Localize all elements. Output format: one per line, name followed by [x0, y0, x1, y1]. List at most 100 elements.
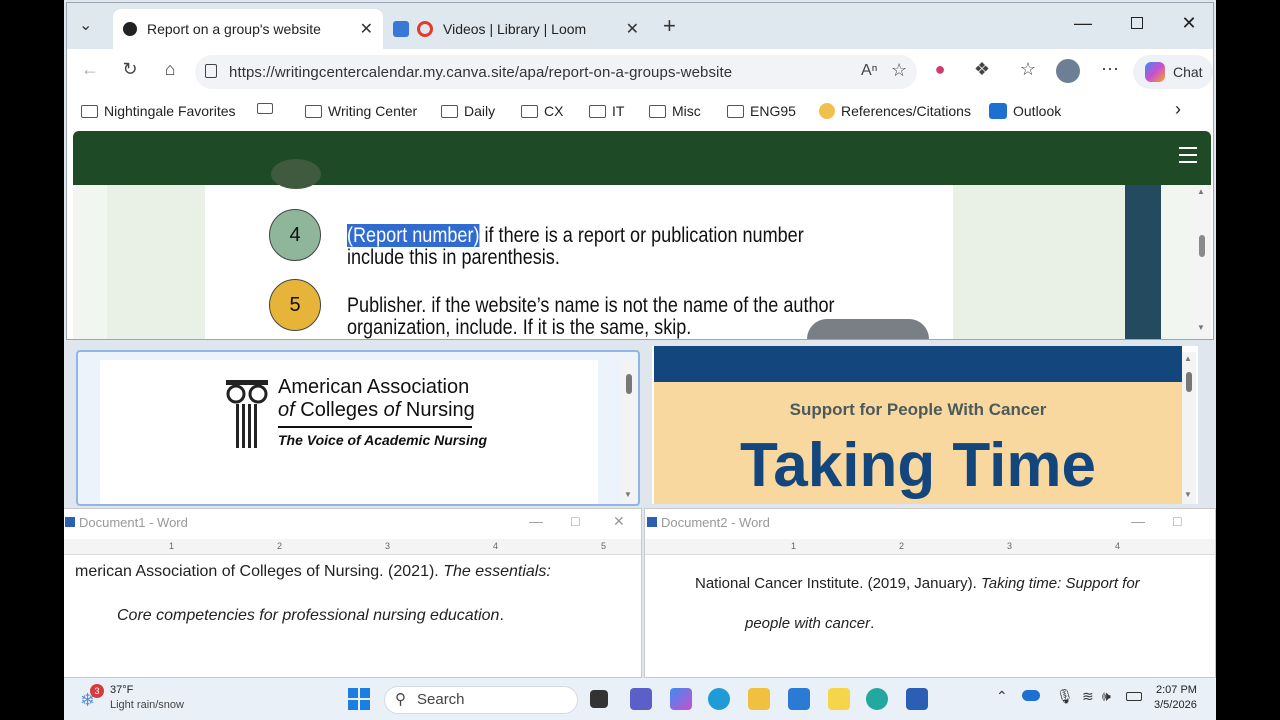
copilot-chat-button[interactable]: Chat — [1133, 55, 1213, 89]
canva-icon — [123, 22, 137, 36]
logo-nursing: Nursing — [405, 399, 475, 421]
bookmark-nightingale-favorites[interactable]: Nightingale Favorites — [81, 103, 236, 119]
ruler-number: 1 — [791, 541, 797, 551]
read-aloud-icon[interactable]: Aⁿ — [861, 62, 878, 80]
floating-pill — [807, 319, 929, 339]
tab-loom-library[interactable]: Videos | Library | Loom ✕ — [387, 9, 649, 49]
step-line: include this in parenthesis. — [347, 246, 560, 269]
bookmark-references-citations[interactable]: References/Citations — [819, 103, 971, 119]
citation-line2: Core competencies for professional nursi… — [117, 607, 504, 625]
bookmark-device-icon[interactable] — [257, 103, 273, 114]
url-text[interactable]: https://writingcentercalendar.my.canva.s… — [229, 64, 732, 81]
sticky-notes-icon[interactable] — [828, 688, 850, 710]
extension-red-icon[interactable]: ● — [927, 59, 953, 80]
scroll-up-icon[interactable]: ▲ — [1197, 187, 1205, 196]
maximize-icon[interactable]: □ — [1173, 513, 1181, 529]
windows-start-icon[interactable] — [348, 688, 370, 710]
close-window-icon[interactable]: ✕ — [613, 513, 625, 530]
edge-beta-icon[interactable] — [866, 688, 888, 710]
maximize-icon[interactable] — [1117, 13, 1157, 34]
bookmark-misc[interactable]: Misc — [649, 103, 701, 119]
folder-icon — [589, 104, 606, 118]
teams-icon[interactable] — [630, 688, 652, 710]
citation-italic: people with cancer — [745, 615, 871, 632]
pane-scrollbar[interactable]: ▲ ▼ — [1182, 352, 1196, 504]
scroll-down-icon[interactable]: ▼ — [624, 490, 632, 499]
extensions-puzzle-icon[interactable]: ❖ — [969, 59, 995, 80]
aacn-title-line2: of Colleges of Nursing — [278, 399, 475, 422]
bookmarks-overflow-chevron-icon[interactable]: › — [1175, 99, 1181, 120]
close-tab-icon[interactable]: ✕ — [360, 19, 373, 39]
tray-chevron-icon[interactable]: ⌃ — [996, 688, 1008, 705]
refresh-icon[interactable]: ↻ — [117, 59, 143, 80]
hamburger-menu-icon[interactable] — [1179, 147, 1197, 168]
scroll-thumb[interactable] — [1199, 235, 1205, 257]
outlook-icon — [989, 103, 1007, 119]
more-menu-icon[interactable]: ⋯ — [1097, 59, 1123, 80]
scroll-down-icon[interactable]: ▼ — [1184, 490, 1192, 499]
home-icon[interactable]: ⌂ — [157, 59, 183, 80]
close-window-icon[interactable]: ✕ — [1169, 13, 1209, 34]
tab-report-group-website[interactable]: Report on a group's website ✕ — [113, 9, 383, 49]
logo-colleges: Colleges — [300, 399, 379, 421]
onedrive-icon[interactable] — [1022, 690, 1040, 701]
bookmark-daily[interactable]: Daily — [441, 103, 495, 119]
volume-icon[interactable]: 🕪 — [1102, 688, 1111, 705]
folder-icon — [305, 104, 322, 118]
scroll-up-icon[interactable]: ▲ — [1184, 354, 1192, 363]
nci-preview-pane[interactable]: Support for People With Cancer Taking Ti… — [652, 346, 1198, 504]
pane-scrollbar[interactable]: ▼ — [622, 360, 636, 504]
wifi-icon[interactable]: ≋ — [1082, 688, 1094, 705]
battery-icon[interactable] — [1126, 692, 1142, 701]
settings-gear-icon — [393, 21, 409, 37]
address-bar[interactable]: https://writingcentercalendar.my.canva.s… — [195, 55, 917, 89]
file-explorer-icon[interactable] — [748, 688, 770, 710]
bookmark-outlook[interactable]: Outlook — [989, 103, 1061, 119]
weather-widget[interactable]: ❄ 3 37°F Light rain/snow — [80, 684, 230, 716]
citation-line2: people with cancer. — [745, 615, 874, 632]
ruler-number: 4 — [1115, 541, 1121, 551]
new-tab-plus-icon[interactable]: + — [663, 13, 676, 39]
ruler-number: 2 — [899, 541, 905, 551]
scroll-down-icon[interactable]: ▼ — [1197, 323, 1205, 332]
m365-icon[interactable] — [670, 688, 692, 710]
profile-avatar[interactable] — [1055, 59, 1081, 88]
bookmark-it[interactable]: IT — [589, 103, 624, 119]
folder-icon — [521, 104, 538, 118]
step-number-circle: 5 — [269, 279, 321, 331]
favorites-collection-icon[interactable]: ☆ — [1015, 59, 1041, 80]
tab-list-chevron-icon[interactable]: ⌄ — [79, 15, 92, 35]
edge-icon[interactable] — [708, 688, 730, 710]
taskbar-search[interactable]: ⚲ Search — [384, 686, 578, 714]
aacn-preview-pane[interactable]: American Association of Colleges of Nurs… — [76, 350, 640, 506]
tab-label: Report on a group's website — [147, 21, 321, 37]
word-window-document1[interactable]: Document1 - Word — □ ✕ 1 2 3 4 5 merican… — [64, 508, 642, 678]
store-icon[interactable] — [788, 688, 810, 710]
favorite-star-icon[interactable]: ☆ — [891, 60, 907, 81]
minimize-icon[interactable]: — — [1063, 13, 1103, 34]
word-window-document2[interactable]: Document2 - Word — □ 1 2 3 4 National Ca… — [644, 508, 1216, 678]
task-view-icon[interactable] — [590, 690, 608, 708]
column-logo-icon — [226, 380, 268, 448]
desktop: ⌄ Report on a group's website ✕ Videos |… — [64, 0, 1216, 720]
microphone-icon[interactable]: 🎙 — [1056, 688, 1074, 705]
close-tab-icon[interactable]: ✕ — [626, 19, 639, 39]
scroll-thumb[interactable] — [1186, 372, 1192, 392]
step-text: if there is a report or publication numb… — [479, 224, 804, 247]
bookmarks-bar: Nightingale Favorites Writing Center Dai… — [67, 93, 1213, 131]
slide-margin-left — [107, 185, 205, 339]
bookmark-cx[interactable]: CX — [521, 103, 563, 119]
minimize-icon[interactable]: — — [529, 513, 543, 529]
scroll-thumb[interactable] — [626, 374, 632, 394]
minimize-icon[interactable]: — — [1131, 513, 1145, 529]
bookmark-writing-center[interactable]: Writing Center — [305, 103, 417, 119]
word-taskbar-icon[interactable] — [906, 688, 928, 710]
clock-time[interactable]: 2:07 PM — [1156, 684, 1197, 696]
bookmark-eng95[interactable]: ENG95 — [727, 103, 796, 119]
page-side-panel — [1125, 185, 1161, 339]
maximize-icon[interactable]: □ — [571, 513, 579, 529]
back-arrow-icon[interactable]: ← — [77, 59, 103, 80]
clock-date[interactable]: 3/5/2026 — [1154, 699, 1197, 711]
tab-label: Videos | Library | Loom — [443, 21, 587, 37]
page-scrollbar[interactable]: ▲ ▼ — [1193, 185, 1211, 339]
